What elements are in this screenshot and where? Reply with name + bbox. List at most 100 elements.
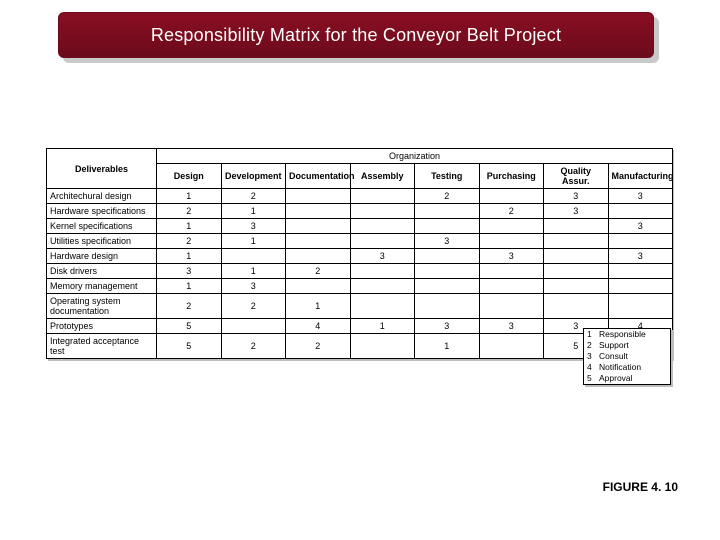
cell — [415, 219, 480, 234]
row-label: Integrated acceptance test — [47, 334, 157, 359]
row-label: Kernel specifications — [47, 219, 157, 234]
cell — [286, 279, 351, 294]
cell — [350, 189, 415, 204]
cell: 1 — [221, 204, 286, 219]
legend-label: Approval — [599, 373, 667, 384]
legend-item: 1 Responsible — [584, 329, 670, 340]
cell — [350, 219, 415, 234]
cell — [479, 294, 544, 319]
cell — [608, 279, 673, 294]
col-header: Documentation — [286, 164, 351, 189]
cell — [479, 279, 544, 294]
legend-num: 4 — [587, 362, 599, 373]
cell — [608, 294, 673, 319]
cell: 2 — [157, 294, 222, 319]
cell — [350, 264, 415, 279]
cell — [479, 189, 544, 204]
cell: 3 — [608, 219, 673, 234]
cell: 3 — [479, 319, 544, 334]
cell — [286, 249, 351, 264]
cell: 1 — [157, 249, 222, 264]
col-header: Assembly — [350, 164, 415, 189]
row-label: Prototypes — [47, 319, 157, 334]
cell — [608, 234, 673, 249]
legend-item: 2 Support — [584, 340, 670, 351]
cell — [286, 189, 351, 204]
table-row: Prototypes 5 4 1 3 3 3 4 — [47, 319, 673, 334]
table-row: Kernel specifications 1 3 3 — [47, 219, 673, 234]
banner-title: Responsibility Matrix for the Conveyor B… — [58, 12, 654, 58]
legend-label: Responsible — [599, 329, 667, 340]
row-label: Hardware specifications — [47, 204, 157, 219]
cell: 3 — [415, 234, 480, 249]
cell: 2 — [479, 204, 544, 219]
col-header: Development — [221, 164, 286, 189]
cell — [221, 319, 286, 334]
cell — [479, 219, 544, 234]
figure-label: FIGURE 4. 10 — [603, 480, 678, 494]
cell: 3 — [608, 249, 673, 264]
cell — [415, 264, 480, 279]
table-row: Disk drivers 3 1 2 — [47, 264, 673, 279]
cell: 2 — [286, 264, 351, 279]
cell — [544, 249, 609, 264]
legend-item: 5 Approval — [584, 373, 670, 384]
matrix-table: Deliverables Organization Design Develop… — [46, 148, 673, 359]
cell — [350, 294, 415, 319]
cell: 1 — [221, 234, 286, 249]
cell: 1 — [221, 264, 286, 279]
cell: 1 — [157, 279, 222, 294]
cell: 5 — [157, 319, 222, 334]
table-row: Operating system documentation 2 2 1 — [47, 294, 673, 319]
cell: 3 — [221, 279, 286, 294]
cell: 3 — [157, 264, 222, 279]
table-row: Hardware design 1 3 3 3 — [47, 249, 673, 264]
legend-num: 5 — [587, 373, 599, 384]
row-label: Architechural design — [47, 189, 157, 204]
cell — [221, 249, 286, 264]
cell — [608, 264, 673, 279]
responsibility-matrix: Deliverables Organization Design Develop… — [46, 148, 672, 359]
cell — [350, 204, 415, 219]
legend-label: Support — [599, 340, 667, 351]
cell: 1 — [157, 219, 222, 234]
cell: 2 — [415, 189, 480, 204]
cell — [544, 219, 609, 234]
cell — [415, 249, 480, 264]
cell: 5 — [157, 334, 222, 359]
legend-label: Consult — [599, 351, 667, 362]
col-header: Quality Assur. — [544, 164, 609, 189]
cell: 4 — [286, 319, 351, 334]
cell: 1 — [415, 334, 480, 359]
legend-box: 1 Responsible 2 Support 3 Consult 4 Noti… — [583, 328, 671, 385]
legend-num: 1 — [587, 329, 599, 340]
row-label: Operating system documentation — [47, 294, 157, 319]
cell: 3 — [479, 249, 544, 264]
legend-label: Notification — [599, 362, 667, 373]
cell: 2 — [286, 334, 351, 359]
cell — [544, 294, 609, 319]
cell — [415, 294, 480, 319]
cell: 2 — [157, 234, 222, 249]
col-header: Design — [157, 164, 222, 189]
cell — [350, 234, 415, 249]
cell — [415, 204, 480, 219]
cell — [415, 279, 480, 294]
col-header: Purchasing — [479, 164, 544, 189]
cell: 1 — [286, 294, 351, 319]
col-header: Testing — [415, 164, 480, 189]
cell: 3 — [221, 219, 286, 234]
cell: 2 — [221, 189, 286, 204]
legend-item: 3 Consult — [584, 351, 670, 362]
cell — [479, 234, 544, 249]
table-row: Hardware specifications 2 1 2 3 — [47, 204, 673, 219]
cell: 1 — [350, 319, 415, 334]
cell — [544, 279, 609, 294]
deliverables-header: Deliverables — [47, 149, 157, 189]
row-label: Memory management — [47, 279, 157, 294]
table-row: Utilities specification 2 1 3 — [47, 234, 673, 249]
row-label: Disk drivers — [47, 264, 157, 279]
cell: 3 — [415, 319, 480, 334]
cell: 3 — [544, 189, 609, 204]
cell — [350, 334, 415, 359]
